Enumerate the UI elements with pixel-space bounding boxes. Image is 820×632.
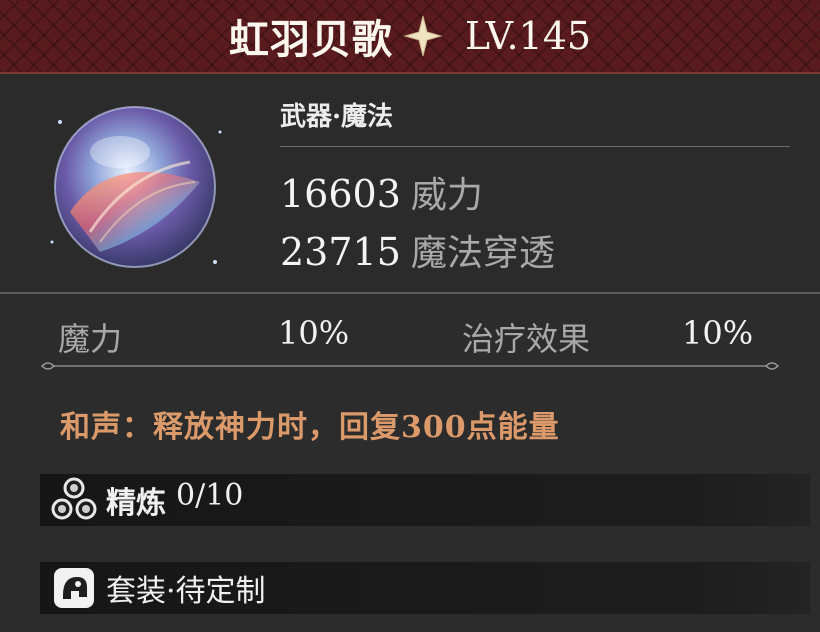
stat-value: 16603: [280, 172, 401, 216]
category-divider: [280, 146, 790, 147]
refine-hexagons-icon: [46, 474, 102, 526]
stat-label: 威力: [410, 175, 483, 216]
refine-text: 精炼 0/10: [106, 478, 243, 522]
set-bar[interactable]: 套装·待定制: [40, 562, 810, 614]
attribute-name: 治疗效果: [462, 320, 591, 358]
attribute-name: 魔力: [58, 320, 123, 358]
set-helmet-icon: [46, 562, 102, 614]
item-orb-image: [40, 92, 230, 282]
ornate-divider: [40, 358, 780, 374]
item-summary-panel: 武器·魔法 16603 威力 23715 魔法穿透: [0, 74, 820, 294]
item-title: 虹羽贝歌: [228, 16, 393, 63]
attribute-value: 10%: [682, 314, 754, 352]
item-category: 武器·魔法: [280, 102, 394, 132]
stat-row-penetration: 23715 魔法穿透: [280, 224, 555, 276]
stat-row-power: 16603 威力: [280, 166, 483, 218]
refine-label: 精炼: [106, 486, 166, 521]
set-effect-text: 和声：释放神力时，回复300点能量: [60, 410, 560, 445]
item-header: 虹羽贝歌 LV.145: [0, 0, 820, 74]
set-label: 套装·待定制: [106, 574, 266, 609]
attribute-value: 10%: [278, 314, 350, 352]
refine-value: 0/10: [176, 478, 244, 513]
item-details-panel: 魔力 10% 治疗效果 10% 和声：释放神力时，回复300点能量 精炼 0/1…: [0, 294, 820, 632]
item-level: LV.145: [464, 14, 592, 58]
refine-bar[interactable]: 精炼 0/10: [40, 474, 810, 526]
title-group: 虹羽贝歌 LV.145: [229, 7, 591, 65]
stat-value: 23715: [280, 230, 401, 274]
stat-label: 魔法穿透: [410, 233, 555, 274]
sparkle-star-icon: [403, 14, 443, 58]
